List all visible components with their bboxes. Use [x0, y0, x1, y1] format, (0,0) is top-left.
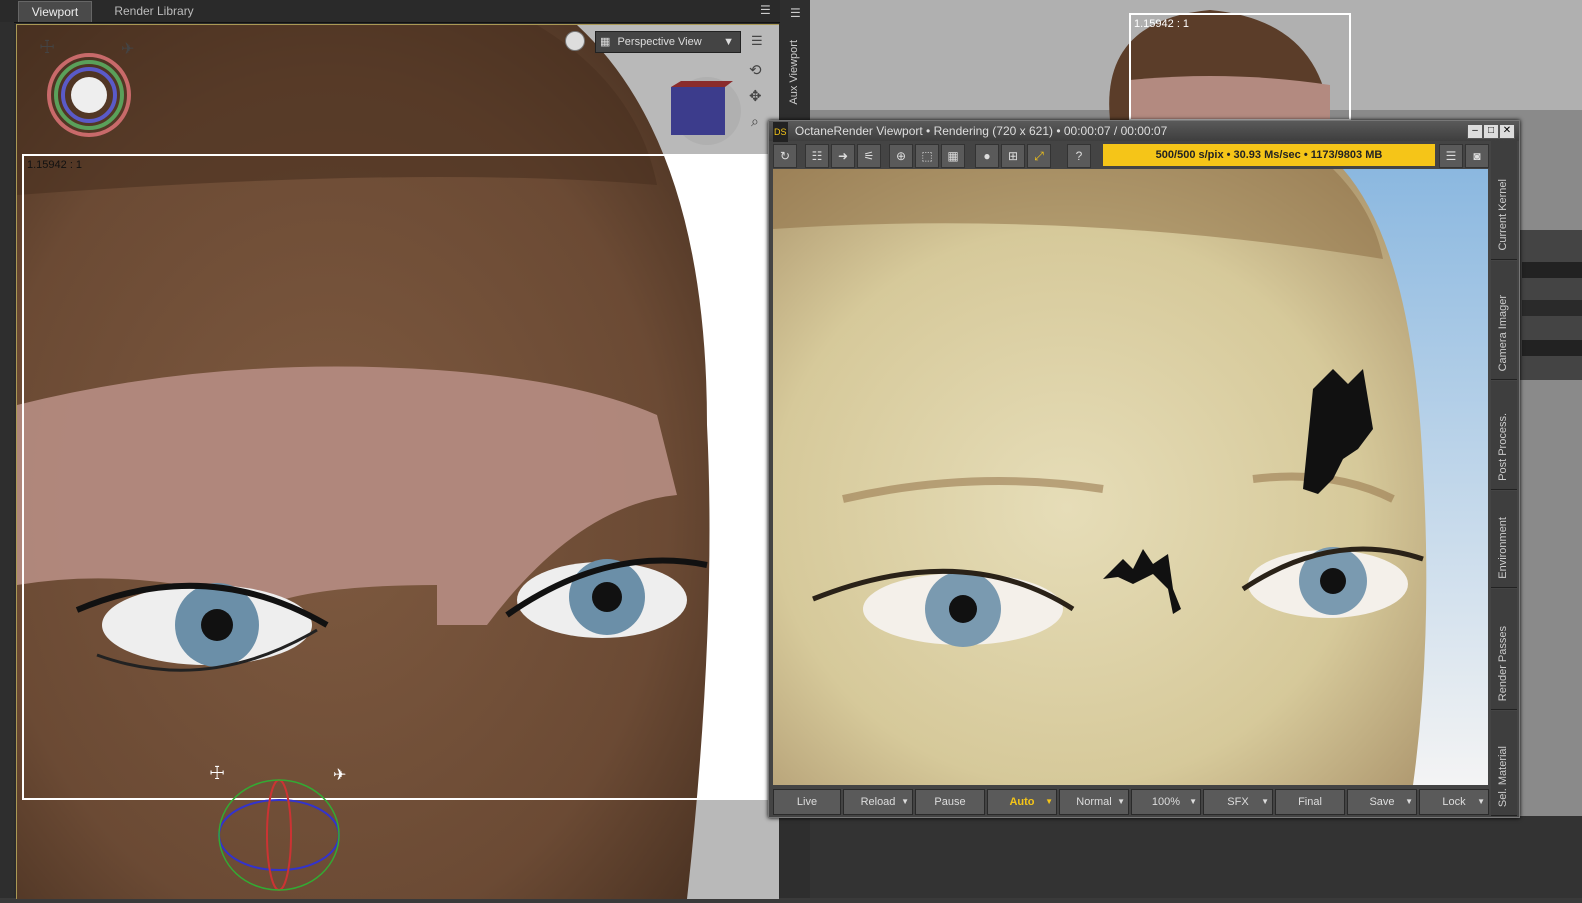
chevron-down-icon: ▼: [723, 36, 734, 48]
auto-button[interactable]: Auto ▼: [987, 789, 1057, 815]
save-button[interactable]: Save ▼: [1347, 789, 1417, 815]
viewport-3d-canvas[interactable]: 1.15942 : 1 ☩ ✈ ▦ Perspective View ▼ ☰ ⟲…: [16, 24, 779, 899]
pan-icon[interactable]: ✥: [749, 87, 762, 105]
reload-button[interactable]: Reload ▼: [843, 789, 913, 815]
side-tab-current-kernel[interactable]: Current Kernel: [1491, 141, 1517, 260]
region-icon[interactable]: ⬚: [915, 144, 939, 168]
draw-style-icon[interactable]: [565, 31, 585, 51]
render-image-scene: [773, 169, 1488, 785]
side-tab-render-passes[interactable]: Render Passes: [1491, 589, 1517, 710]
render-status-bar: 500/500 s/pix • 30.93 Ms/sec • 1173/9803…: [1103, 144, 1435, 166]
material-ball-icon[interactable]: ●: [975, 144, 999, 168]
camera-dropdown-label: Perspective View: [617, 36, 702, 48]
snapshot-camera-icon[interactable]: ◙: [1465, 144, 1489, 168]
chevron-down-icon: ▼: [901, 797, 909, 806]
octane-titlebar[interactable]: DS OctaneRender Viewport • Rendering (72…: [769, 121, 1519, 142]
help-icon[interactable]: ?: [1067, 144, 1091, 168]
manipulator-pin-icon[interactable]: ✈: [333, 765, 346, 785]
view-cube-widget[interactable]: [671, 77, 741, 145]
chevron-down-icon: ▼: [1045, 797, 1053, 806]
pin-icon[interactable]: ✈: [121, 39, 134, 59]
viewport-panel: Viewport Render Library ☰ 1.15942: 1 ☩ …: [0, 0, 780, 899]
expand-icon[interactable]: ⤢: [1027, 144, 1051, 168]
tab-render-library[interactable]: Render Library: [102, 1, 206, 21]
scene-tree-icon[interactable]: ☷: [805, 144, 829, 168]
side-tab-environment[interactable]: Environment: [1491, 491, 1517, 588]
daz-logo-icon: DS: [773, 122, 788, 142]
manipulator-figure-icon[interactable]: ☩: [209, 763, 225, 784]
live-button[interactable]: Live: [773, 789, 841, 815]
pause-button[interactable]: Pause: [915, 789, 985, 815]
render-output-image[interactable]: [773, 169, 1488, 785]
zoom-icon[interactable]: ⌕: [751, 113, 759, 130]
chevron-down-icon: ▼: [1261, 797, 1269, 806]
sfx-button[interactable]: SFX ▼: [1203, 789, 1273, 815]
export-icon[interactable]: ➜: [831, 144, 855, 168]
chevron-down-icon: ▼: [1405, 797, 1413, 806]
side-tab-post-process[interactable]: Post Process.: [1491, 381, 1517, 490]
orbit-icon[interactable]: ⟲: [749, 61, 762, 79]
tab-viewport[interactable]: Viewport: [18, 1, 92, 22]
options-menu-icon[interactable]: ☰: [1439, 144, 1463, 168]
figure-pin-icon[interactable]: ☩: [39, 37, 55, 58]
hairline: [17, 25, 657, 195]
viewport-scene: [17, 25, 779, 899]
side-tab-sel-material[interactable]: Sel. Material: [1491, 711, 1517, 816]
lock-button[interactable]: Lock ▼: [1419, 789, 1489, 815]
side-tab-camera-imager[interactable]: Camera Imager: [1491, 261, 1517, 380]
grid-view-icon[interactable]: ▦: [941, 144, 965, 168]
chevron-down-icon: ▼: [1477, 797, 1485, 806]
left-edge-strip: [0, 22, 14, 898]
camera-icon: ▦: [600, 36, 611, 48]
chevron-down-icon: ▼: [1117, 797, 1125, 806]
tab-aux-viewport[interactable]: Aux Viewport: [788, 40, 800, 105]
aux-frame-ratio-label: 1.15942 : 1: [1134, 18, 1190, 30]
refresh-icon[interactable]: ↻: [773, 144, 797, 168]
octane-title: OctaneRender Viewport • Rendering (720 x…: [794, 124, 1168, 138]
maximize-button[interactable]: □: [1483, 124, 1499, 139]
aux-menu-icon[interactable]: ☰: [790, 6, 801, 20]
panel-menu-icon[interactable]: ☰: [760, 3, 771, 17]
focus-picker-icon[interactable]: ⊕: [889, 144, 913, 168]
viewport-tabbar: Viewport Render Library ☰: [0, 0, 780, 23]
viewport-menu-icon[interactable]: ☰: [751, 33, 763, 49]
zoom-percent-button[interactable]: 100% ▼: [1131, 789, 1201, 815]
camera-dropdown[interactable]: ▦ Perspective View ▼: [595, 31, 741, 53]
minimize-button[interactable]: –: [1467, 124, 1483, 139]
grid-overlay-icon[interactable]: ⊞: [1001, 144, 1025, 168]
normal-button[interactable]: Normal ▼: [1059, 789, 1129, 815]
octane-render-window: DS OctaneRender Viewport • Rendering (72…: [768, 120, 1520, 818]
chevron-down-icon: ▼: [1189, 797, 1197, 806]
close-button[interactable]: ✕: [1499, 124, 1515, 139]
view-orbit-widget[interactable]: [47, 53, 131, 137]
frame-ratio-label: 1.15942 : 1: [27, 159, 83, 171]
share-icon[interactable]: ⚟: [857, 144, 881, 168]
final-button[interactable]: Final: [1275, 789, 1345, 815]
